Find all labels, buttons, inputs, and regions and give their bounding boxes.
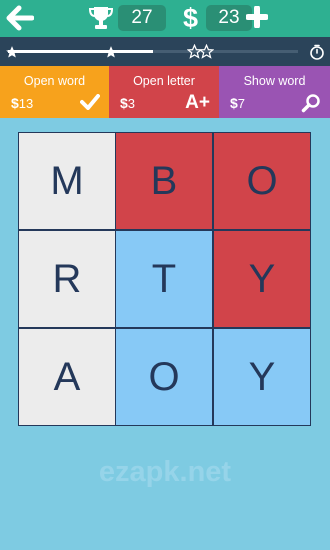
top-bar: 27 $ 23	[0, 0, 330, 37]
letter-tile[interactable]: M	[19, 133, 115, 229]
plus-icon[interactable]	[246, 6, 268, 28]
letter-plus-icon: A+	[185, 92, 210, 113]
level-progress-bar	[0, 37, 330, 66]
open-word-price: $13	[11, 95, 34, 111]
show-word-button[interactable]: Show word $7	[219, 66, 330, 118]
star-icon	[105, 46, 117, 58]
timer-icon	[310, 44, 324, 60]
open-word-button[interactable]: Open word $13	[0, 66, 109, 118]
letter-tile[interactable]: T	[116, 231, 212, 327]
progress-fill	[8, 50, 153, 53]
letter-tile[interactable]: B	[116, 133, 212, 229]
magnifier-icon	[301, 94, 320, 113]
watermark-text: ezapk.net	[98, 456, 232, 488]
open-word-label: Open word	[23, 74, 86, 88]
letter-tile[interactable]: Y	[214, 231, 310, 327]
open-letter-price: $3	[120, 95, 136, 111]
star-icon	[199, 44, 214, 59]
show-word-price: $7	[230, 95, 246, 111]
show-word-label: Show word	[243, 74, 306, 88]
letter-grid: M B O R T Y A O Y	[18, 132, 311, 426]
checkmark-icon	[80, 94, 100, 110]
letter-tile[interactable]: A	[19, 329, 115, 425]
score-counter: 27	[118, 5, 166, 31]
star-icon	[6, 46, 18, 58]
back-arrow-icon[interactable]	[6, 5, 34, 31]
letter-tile[interactable]: O	[214, 133, 310, 229]
trophy-icon	[88, 7, 114, 29]
letter-tile[interactable]: R	[19, 231, 115, 327]
open-letter-label: Open letter	[133, 74, 195, 88]
letter-tile[interactable]: O	[116, 329, 212, 425]
open-letter-button[interactable]: Open letter $3 A+	[109, 66, 219, 118]
letter-tile[interactable]: Y	[214, 329, 310, 425]
coins-currency-symbol: $	[183, 3, 199, 33]
